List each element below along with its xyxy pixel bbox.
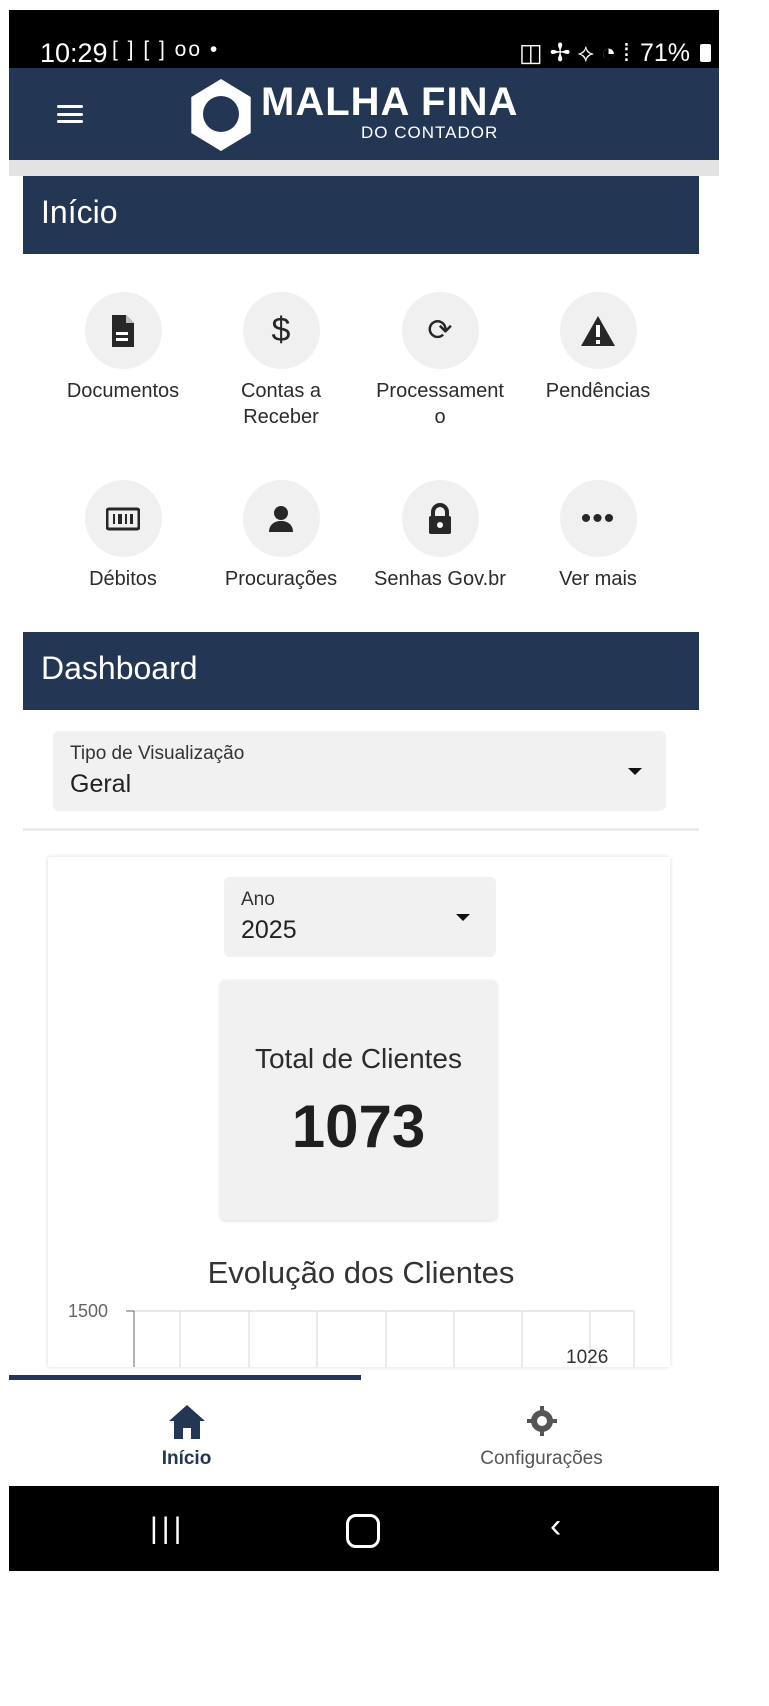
- chart-title: Evolução dos Clientes: [207, 1255, 515, 1290]
- barcode-icon: [84, 480, 162, 557]
- dashboard-title: Dashboard: [41, 650, 198, 686]
- brand-subtitle: DO CONTADOR: [361, 123, 499, 142]
- year-select[interactable]: Ano 2025: [224, 877, 496, 957]
- shortcut-label: Ver mais: [559, 568, 637, 590]
- tab-inicio[interactable]: Início: [9, 1375, 364, 1486]
- recent-apps-button[interactable]: |||: [150, 1512, 185, 1546]
- shortcut-documentos[interactable]: Documentos: [45, 292, 201, 404]
- shortcut-label: Débitos: [89, 568, 157, 590]
- tab-label: Início: [161, 1448, 212, 1469]
- shortcut-label: Procurações: [224, 568, 338, 590]
- tab-configuracoes[interactable]: Configurações: [364, 1375, 719, 1486]
- view-type-value: Geral: [70, 770, 132, 798]
- shortcut-label: Senhas Gov.br: [374, 568, 506, 590]
- shortcut-debitos[interactable]: Débitos: [45, 480, 201, 592]
- shortcut-ver-mais[interactable]: ••• Ver mais: [520, 480, 676, 592]
- total-clients-card: Total de Clientes 1073: [220, 980, 497, 1220]
- view-type-select[interactable]: Tipo de Visualização Geral: [53, 731, 666, 811]
- more-icon: •••: [559, 480, 637, 557]
- sync-icon: ⟳: [401, 292, 479, 369]
- document-icon: [84, 292, 162, 369]
- shortcut-pendencias[interactable]: Pendências: [520, 292, 676, 404]
- person-icon: [242, 480, 320, 557]
- menu-icon[interactable]: [57, 105, 83, 123]
- warning-icon: [559, 292, 637, 369]
- shortcut-label: Documentos: [66, 380, 180, 402]
- shortcut-label: Pendências: [545, 380, 651, 402]
- home-icon: [167, 1403, 207, 1446]
- shortcut-senhas-govbr[interactable]: Senhas Gov.br: [362, 480, 518, 592]
- view-type-label: Tipo de Visualização: [70, 743, 245, 764]
- inicio-title: Início: [41, 194, 118, 230]
- back-button[interactable]: ‹: [550, 1507, 561, 1546]
- dashboard-header: Dashboard: [23, 632, 699, 710]
- signal-icon: ◫ ✢ ⟡ ◔ ⁞: [519, 39, 630, 67]
- shortcut-processamento[interactable]: ⟳ Processament o: [362, 292, 518, 430]
- status-right: ◫ ✢ ⟡ ◔ ⁞ 71%: [519, 38, 711, 68]
- home-button[interactable]: [346, 1514, 380, 1548]
- status-time: 10:29: [40, 38, 108, 68]
- gear-icon: [524, 1403, 560, 1444]
- total-clients-value: 1073: [291, 1093, 426, 1160]
- header-shadow-band: [9, 160, 719, 176]
- back-arrow-icon: ‹: [550, 1507, 562, 1545]
- recent-apps-icon: |||: [150, 1512, 186, 1545]
- battery-icon: [700, 44, 711, 62]
- battery-text: 71%: [639, 38, 690, 67]
- clients-evolution-chart: 1500 1026: [68, 1301, 635, 1367]
- year-value: 2025: [241, 916, 297, 944]
- shortcut-contas-a-receber[interactable]: $ Contas a Receber: [203, 292, 359, 430]
- chevron-down-icon: [628, 768, 642, 775]
- y-tick-label: 1500: [68, 1301, 108, 1321]
- shortcut-label: Contas a Receber: [240, 380, 322, 428]
- chart-grid: [126, 1310, 635, 1367]
- inicio-header: Início: [23, 176, 699, 254]
- status-notification-icons: [ ] [ ] oo •: [112, 38, 220, 61]
- dollar-icon: $: [242, 292, 320, 369]
- shortcut-label: Processament o: [376, 380, 504, 428]
- home-circle-icon: [346, 1514, 380, 1548]
- tab-label: Configurações: [480, 1448, 603, 1469]
- chevron-down-icon: [456, 914, 470, 921]
- data-label: 1026: [566, 1347, 608, 1367]
- year-label: Ano: [241, 889, 275, 910]
- brand-title: MALHA FINA: [261, 80, 519, 124]
- total-clients-label: Total de Clientes: [254, 1043, 462, 1074]
- lock-icon: [401, 480, 479, 557]
- shortcut-procuracoes[interactable]: Procurações: [203, 480, 359, 592]
- section-divider: [23, 828, 699, 831]
- logo-face-icon: [203, 96, 239, 132]
